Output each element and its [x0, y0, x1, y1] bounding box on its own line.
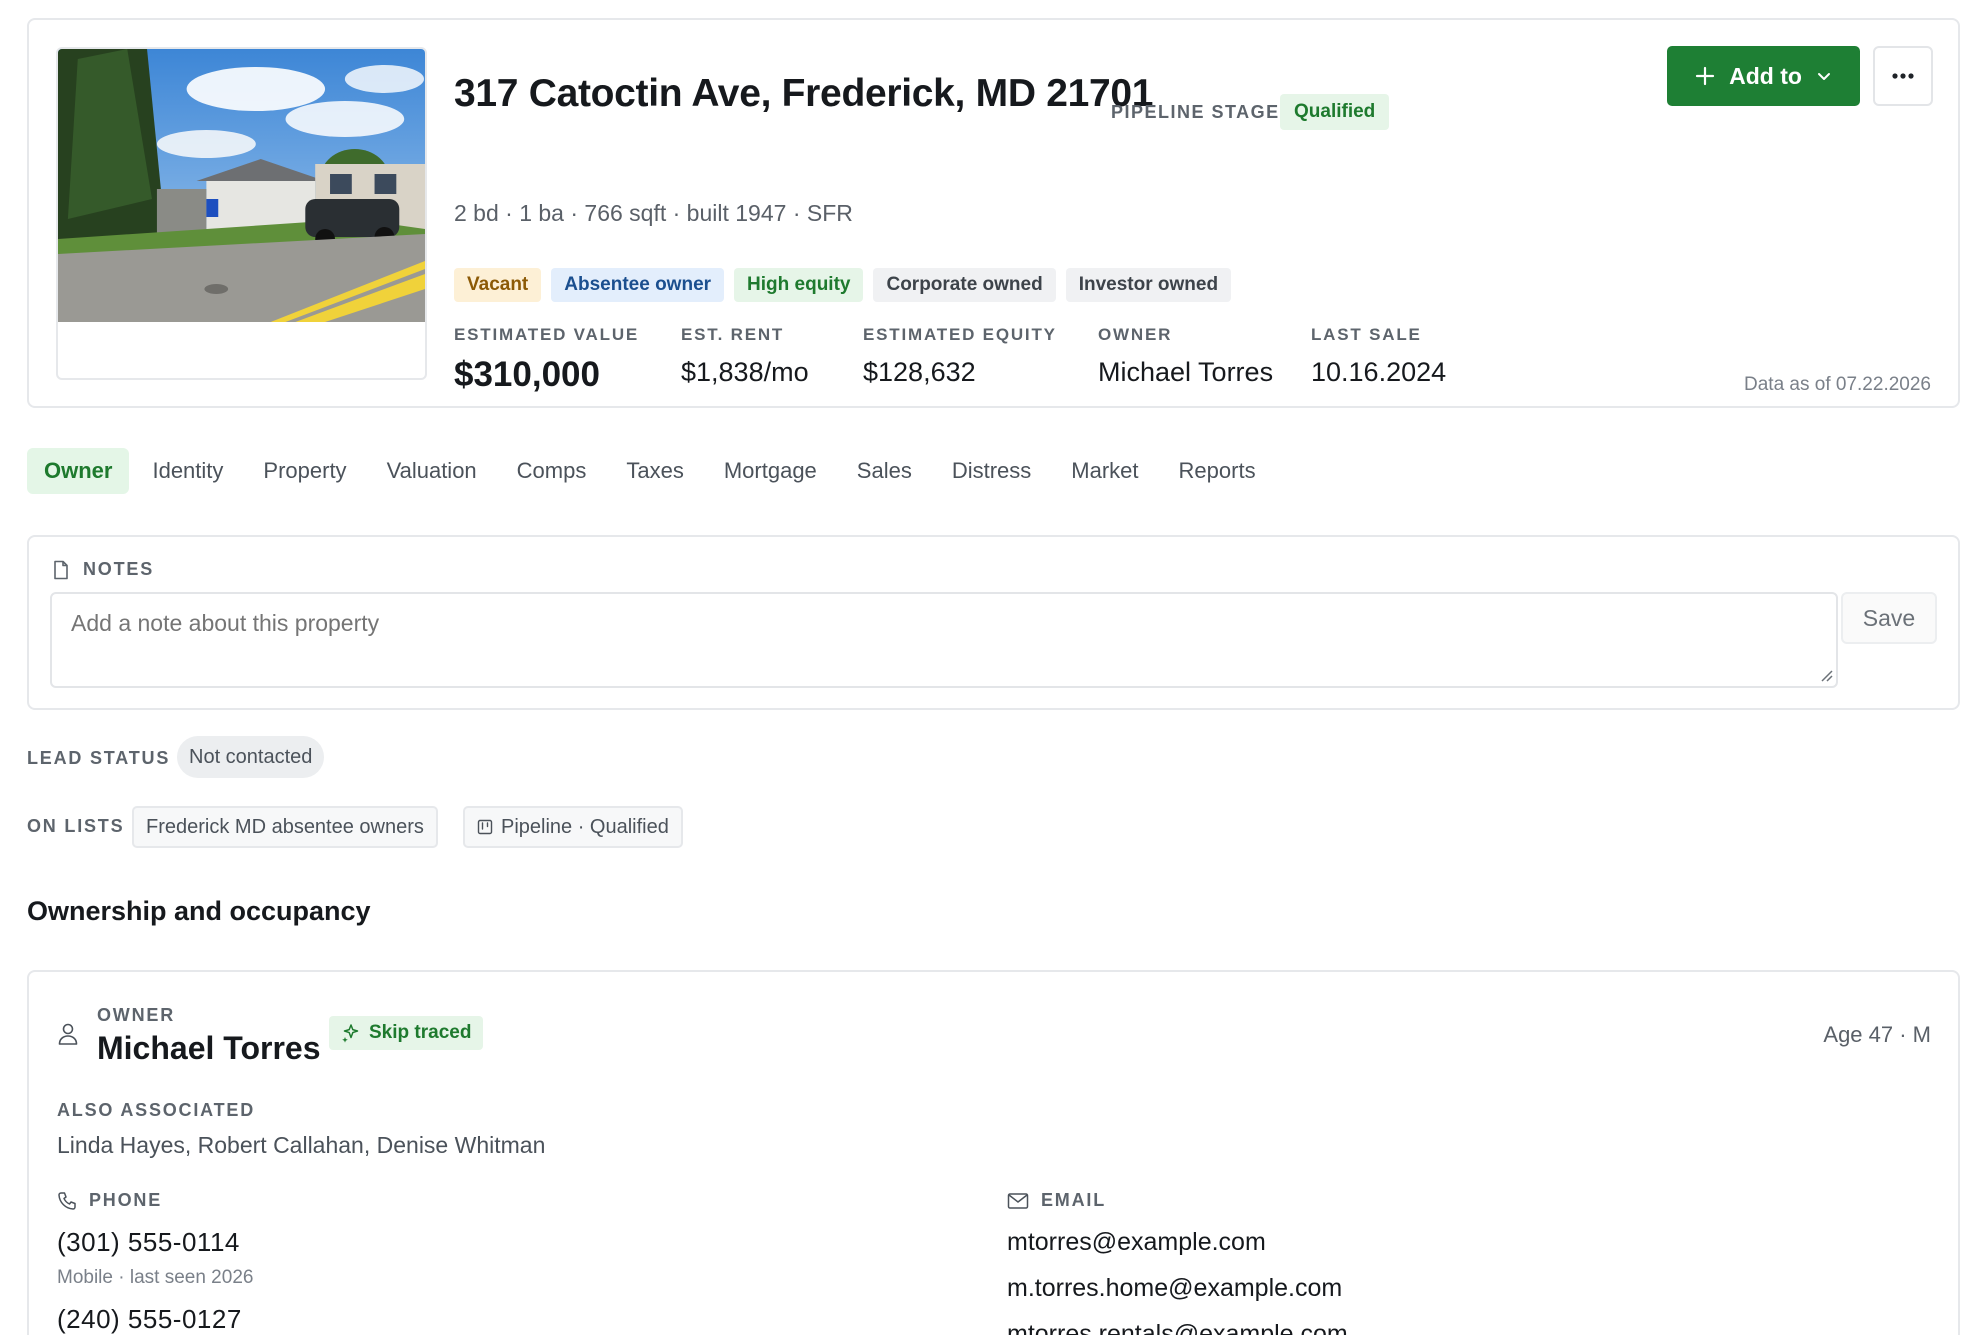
section-tabs: Owner Identity Property Valuation Comps … — [27, 448, 1279, 494]
tab-comps[interactable]: Comps — [500, 448, 604, 494]
metric-estimated-equity: ESTIMATED EQUITY $128,632 — [863, 325, 1057, 388]
metric-estimated-value: ESTIMATED VALUE $310,000 — [454, 325, 639, 395]
skip-traced-label: Skip traced — [369, 1022, 472, 1043]
mail-icon — [1007, 1192, 1029, 1209]
also-associated-names: Linda Hayes, Robert Callahan, Denise Whi… — [57, 1132, 546, 1158]
owner-age: Age 47 · M — [1823, 1022, 1931, 1047]
tab-distress[interactable]: Distress — [935, 448, 1048, 494]
tab-identity[interactable]: Identity — [135, 448, 240, 494]
phone-number[interactable]: (301) 555-0114 — [57, 1227, 240, 1258]
pipeline-stage-label: PIPELINE STAGE — [1111, 102, 1280, 122]
tab-sales[interactable]: Sales — [840, 448, 929, 494]
property-tags: Vacant Absentee owner High equity Corpor… — [454, 268, 1232, 302]
metric-value: 10.16.2024 — [1311, 357, 1447, 387]
resize-handle-icon[interactable] — [1819, 668, 1833, 682]
plus-icon — [1695, 66, 1715, 86]
tab-taxes[interactable]: Taxes — [609, 448, 700, 494]
also-associated-label: ALSO ASSOCIATED — [57, 1100, 256, 1120]
tag-investor-owned: Investor owned — [1065, 268, 1232, 302]
metric-label: LAST SALE — [1311, 325, 1422, 344]
lead-status-label: LEAD STATUS — [27, 748, 171, 768]
phone-icon — [58, 1191, 76, 1210]
save-note-button[interactable]: Save — [1841, 592, 1937, 644]
tab-reports[interactable]: Reports — [1162, 448, 1273, 494]
note-textarea[interactable] — [50, 592, 1838, 688]
tab-market[interactable]: Market — [1054, 448, 1155, 494]
tag-corporate-owned: Corporate owned — [873, 268, 1056, 302]
list-chip-label: Pipeline · Qualified — [501, 816, 669, 838]
email-address[interactable]: mtorres.rentals@example.com — [1007, 1320, 1348, 1335]
metric-label: EST. RENT — [681, 325, 785, 344]
tab-mortgage[interactable]: Mortgage — [707, 448, 834, 494]
metric-est-rent: EST. RENT $1,838/mo — [681, 325, 809, 388]
phone-detail: Mobile · last seen 2026 — [57, 1267, 254, 1288]
phone-header: PHONE — [57, 1190, 162, 1211]
metric-value: $1,838/mo — [681, 357, 809, 387]
kanban-icon — [477, 819, 493, 835]
phone-label: PHONE — [89, 1190, 163, 1210]
section-title: Ownership and occupancy — [27, 896, 371, 926]
tab-owner[interactable]: Owner — [27, 448, 130, 494]
metric-value: Michael Torres — [1098, 357, 1274, 387]
owner-name: Michael Torres — [97, 1030, 321, 1066]
data-as-of: Data as of 07.22.2026 — [1744, 374, 1931, 395]
email-address[interactable]: mtorres@example.com — [1007, 1228, 1266, 1257]
add-to-label: Add to — [1729, 62, 1802, 89]
property-header-card: 317 Catoctin Ave, Frederick, MD 21701 PI… — [27, 18, 1960, 408]
ellipsis-icon — [1892, 73, 1914, 79]
metric-owner: OWNER Michael Torres — [1098, 325, 1273, 388]
metric-last-sale: LAST SALE 10.16.2024 — [1311, 325, 1446, 388]
on-lists-label: ON LISTS — [27, 816, 125, 836]
add-to-button[interactable]: Add to — [1667, 46, 1860, 106]
tag-absentee-owner: Absentee owner — [551, 268, 725, 302]
phone-number[interactable]: (240) 555-0127 — [57, 1304, 242, 1335]
list-chip[interactable]: Pipeline · Qualified — [463, 806, 683, 848]
tab-property[interactable]: Property — [246, 448, 363, 494]
notes-header: NOTES — [51, 559, 154, 580]
property-facts: 2 bd · 1 ba · 766 sqft · built 1947 · SF… — [454, 200, 853, 226]
metric-label: OWNER — [1098, 325, 1173, 344]
person-icon — [58, 1023, 78, 1045]
email-address[interactable]: m.torres.home@example.com — [1007, 1274, 1342, 1303]
owner-label: OWNER — [97, 1005, 175, 1025]
document-icon — [54, 560, 68, 579]
more-actions-button[interactable] — [1873, 46, 1933, 106]
pipeline-stage-badge[interactable]: Qualified — [1280, 94, 1390, 130]
tab-valuation[interactable]: Valuation — [370, 448, 494, 494]
metric-label: ESTIMATED EQUITY — [863, 325, 1057, 344]
skip-traced-badge: Skip traced — [329, 1016, 484, 1050]
metric-value: $128,632 — [863, 357, 976, 387]
email-label: EMAIL — [1041, 1190, 1106, 1210]
list-chip-label: Frederick MD absentee owners — [146, 816, 424, 838]
chevron-down-icon — [1817, 73, 1830, 80]
property-address: 317 Catoctin Ave, Frederick, MD 21701 — [454, 72, 1154, 115]
tag-vacant: Vacant — [454, 268, 542, 302]
email-header: EMAIL — [1007, 1190, 1106, 1211]
lead-status-pill[interactable]: Not contacted — [177, 736, 325, 778]
property-photo[interactable] — [56, 47, 427, 380]
notes-card: NOTES Save — [27, 535, 1960, 710]
property-detail-page: 317 Catoctin Ave, Frederick, MD 21701 PI… — [0, 0, 1984, 1335]
sparkle-icon — [342, 1024, 359, 1043]
street-view-image — [58, 49, 425, 322]
tag-high-equity: High equity — [734, 268, 864, 302]
list-chip[interactable]: Frederick MD absentee owners — [132, 806, 438, 848]
metric-value: $310,000 — [454, 355, 600, 394]
metric-label: ESTIMATED VALUE — [454, 325, 640, 344]
notes-label: NOTES — [83, 559, 155, 579]
owner-card: OWNER Michael Torres Skip traced Age 47 … — [27, 970, 1960, 1335]
